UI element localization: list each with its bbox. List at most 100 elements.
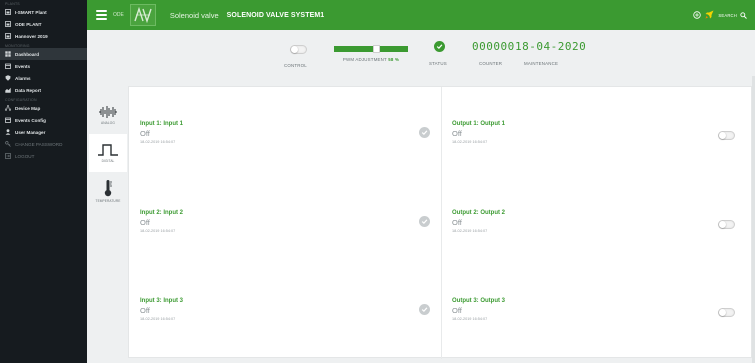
plant-icon — [5, 33, 11, 39]
sidebar-item-label: Alarms — [15, 75, 31, 81]
sidebar-item-events[interactable]: Events — [0, 60, 87, 72]
sidebar-item-ode-plant[interactable]: ODE PLANT — [0, 18, 87, 30]
calendar-icon — [5, 63, 11, 69]
input-item-2: Input 2: Input 2 Off 18-02-2019 16:54:07 — [140, 210, 440, 280]
pwm-block: PWM ADJUSTMENT 58 % — [332, 45, 410, 62]
app-root: PLANTS I-SMART Plant ODE PLANT Hannover … — [0, 0, 755, 363]
sidebar-item-change-password[interactable]: CHANGE PASSWORD — [0, 138, 87, 150]
tab-analog[interactable]: ANALOG — [89, 96, 127, 134]
pwm-label-row: PWM ADJUSTMENT 58 % — [332, 57, 410, 62]
status-label: STATUS — [429, 61, 447, 66]
pwm-slider[interactable] — [334, 45, 408, 53]
sidebar-item-hannover-2019[interactable]: Hannover 2019 — [0, 30, 87, 42]
sidebar-item-dashboard[interactable]: Dashboard — [0, 48, 87, 60]
check-circle-icon — [419, 216, 430, 227]
check-circle-icon — [419, 127, 430, 138]
output-toggle[interactable] — [718, 220, 735, 229]
sidebar-item-logout[interactable]: LOGOUT — [0, 150, 87, 162]
output-title: Output 2: Output 2 — [452, 210, 505, 216]
output-item-1: Output 1: Output 1 Off 18-02-2019 16:54:… — [452, 121, 752, 191]
input-title: Input 3: Input 3 — [140, 298, 183, 304]
pwm-value: 58 % — [388, 57, 400, 62]
user-icon — [5, 129, 11, 135]
top-bar: ODE Solenoid valve SOLENOID VALVE SYSTEM… — [87, 0, 755, 30]
output-title: Output 1: Output 1 — [452, 121, 505, 127]
breadcrumb-root[interactable]: ODE — [113, 12, 124, 18]
key-icon — [5, 141, 11, 147]
output-toggle[interactable] — [718, 308, 735, 317]
tab-label: TEMPERATURE — [95, 199, 121, 203]
plant-icon — [5, 9, 11, 15]
sidebar-item-label: Data Report — [15, 87, 42, 93]
output-timestamp: 18-02-2019 16:54:07 — [452, 140, 488, 144]
control-label: CONTROL — [284, 63, 307, 68]
sidebar-item-label: I-SMART Plant — [15, 9, 47, 15]
header-actions: SEARCH — [693, 6, 747, 24]
hamburger-menu-icon[interactable] — [96, 10, 107, 20]
status-bar: CONTROL PWM ADJUSTMENT 58 % STATUS 00000… — [87, 30, 755, 76]
sitemap-icon — [5, 105, 11, 111]
sidebar-item-label: Dashboard — [15, 51, 39, 57]
output-title: Output 3: Output 3 — [452, 298, 505, 304]
plant-icon — [5, 21, 11, 27]
input-title: Input 2: Input 2 — [140, 210, 183, 216]
logout-icon — [5, 153, 11, 159]
digital-pulse-icon — [98, 144, 118, 156]
maintenance-label: MAINTENANCE — [524, 61, 559, 66]
check-circle-icon — [419, 304, 430, 315]
pwm-label: PWM ADJUSTMENT — [342, 57, 387, 62]
sidebar-item-device-map[interactable]: Device Map — [0, 102, 87, 114]
sidebar-item-data-report[interactable]: Data Report — [0, 84, 87, 96]
rocket-icon[interactable] — [705, 6, 714, 24]
circle-plus-icon[interactable] — [693, 6, 702, 24]
sidebar-item-alarms[interactable]: Alarms — [0, 72, 87, 84]
column-divider — [441, 87, 442, 359]
sidebar-item-label: Events Config — [15, 117, 46, 123]
input-timestamp: 18-02-2019 16:54:07 — [140, 317, 176, 321]
area-chart-icon — [5, 87, 11, 93]
sidebar: PLANTS I-SMART Plant ODE PLANT Hannover … — [0, 0, 87, 363]
shield-icon — [5, 75, 11, 81]
sidebar-item-label: User Manager — [15, 129, 46, 135]
page-type: Solenoid valve — [169, 10, 219, 20]
status-block — [426, 41, 452, 52]
sidebar-item-label: CHANGE PASSWORD — [15, 141, 63, 147]
tab-temperature[interactable]: TEMPERATURE — [89, 172, 127, 210]
input-state: Off — [140, 218, 150, 227]
output-timestamp: 18-02-2019 16:54:07 — [452, 229, 488, 233]
tab-digital[interactable]: DIGITAL — [89, 134, 127, 172]
analog-wave-icon — [99, 106, 117, 118]
device-logo-icon — [129, 4, 156, 26]
output-toggle[interactable] — [718, 131, 735, 140]
output-item-2: Output 2: Output 2 Off 18-02-2019 16:54:… — [452, 210, 752, 280]
dashboard-icon — [5, 51, 11, 57]
input-timestamp: 18-02-2019 16:54:07 — [140, 140, 176, 144]
maintenance-value: 18-04-2020 — [515, 40, 587, 53]
io-panel: Input 1: Input 1 Off 18-02-2019 16:54:07… — [128, 86, 752, 359]
search-label[interactable]: SEARCH — [718, 13, 737, 18]
sidebar-item-label: Hannover 2019 — [15, 33, 48, 39]
sidebar-item-user-manager[interactable]: User Manager — [0, 126, 87, 138]
io-type-tabs: ANALOG DIGITAL TEMPERATURE — [89, 96, 127, 210]
output-state: Off — [452, 218, 462, 227]
tab-label: DIGITAL — [101, 159, 115, 163]
input-timestamp: 18-02-2019 16:54:07 — [140, 229, 176, 233]
input-state: Off — [140, 306, 150, 315]
sidebar-item-ismart-plant[interactable]: I-SMART Plant — [0, 6, 87, 18]
sidebar-item-label: ODE PLANT — [15, 21, 42, 27]
pwm-slider-handle[interactable] — [373, 45, 380, 53]
tab-label: ANALOG — [101, 121, 115, 125]
search-icon[interactable] — [740, 6, 747, 24]
counter-label: COUNTER — [479, 61, 503, 66]
sidebar-item-label: LOGOUT — [15, 153, 35, 159]
sidebar-item-events-config[interactable]: Events Config — [0, 114, 87, 126]
output-state: Off — [452, 306, 462, 315]
control-block — [283, 45, 313, 54]
input-item-1: Input 1: Input 1 Off 18-02-2019 16:54:07 — [140, 121, 440, 191]
control-toggle[interactable] — [289, 45, 307, 54]
counter-value: 000000 — [472, 40, 515, 53]
sidebar-item-label: Events — [15, 63, 31, 69]
input-state: Off — [140, 129, 150, 138]
input-item-3: Input 3: Input 3 Off 18-02-2019 16:54:07 — [140, 298, 440, 363]
status-ok-icon — [433, 41, 445, 52]
